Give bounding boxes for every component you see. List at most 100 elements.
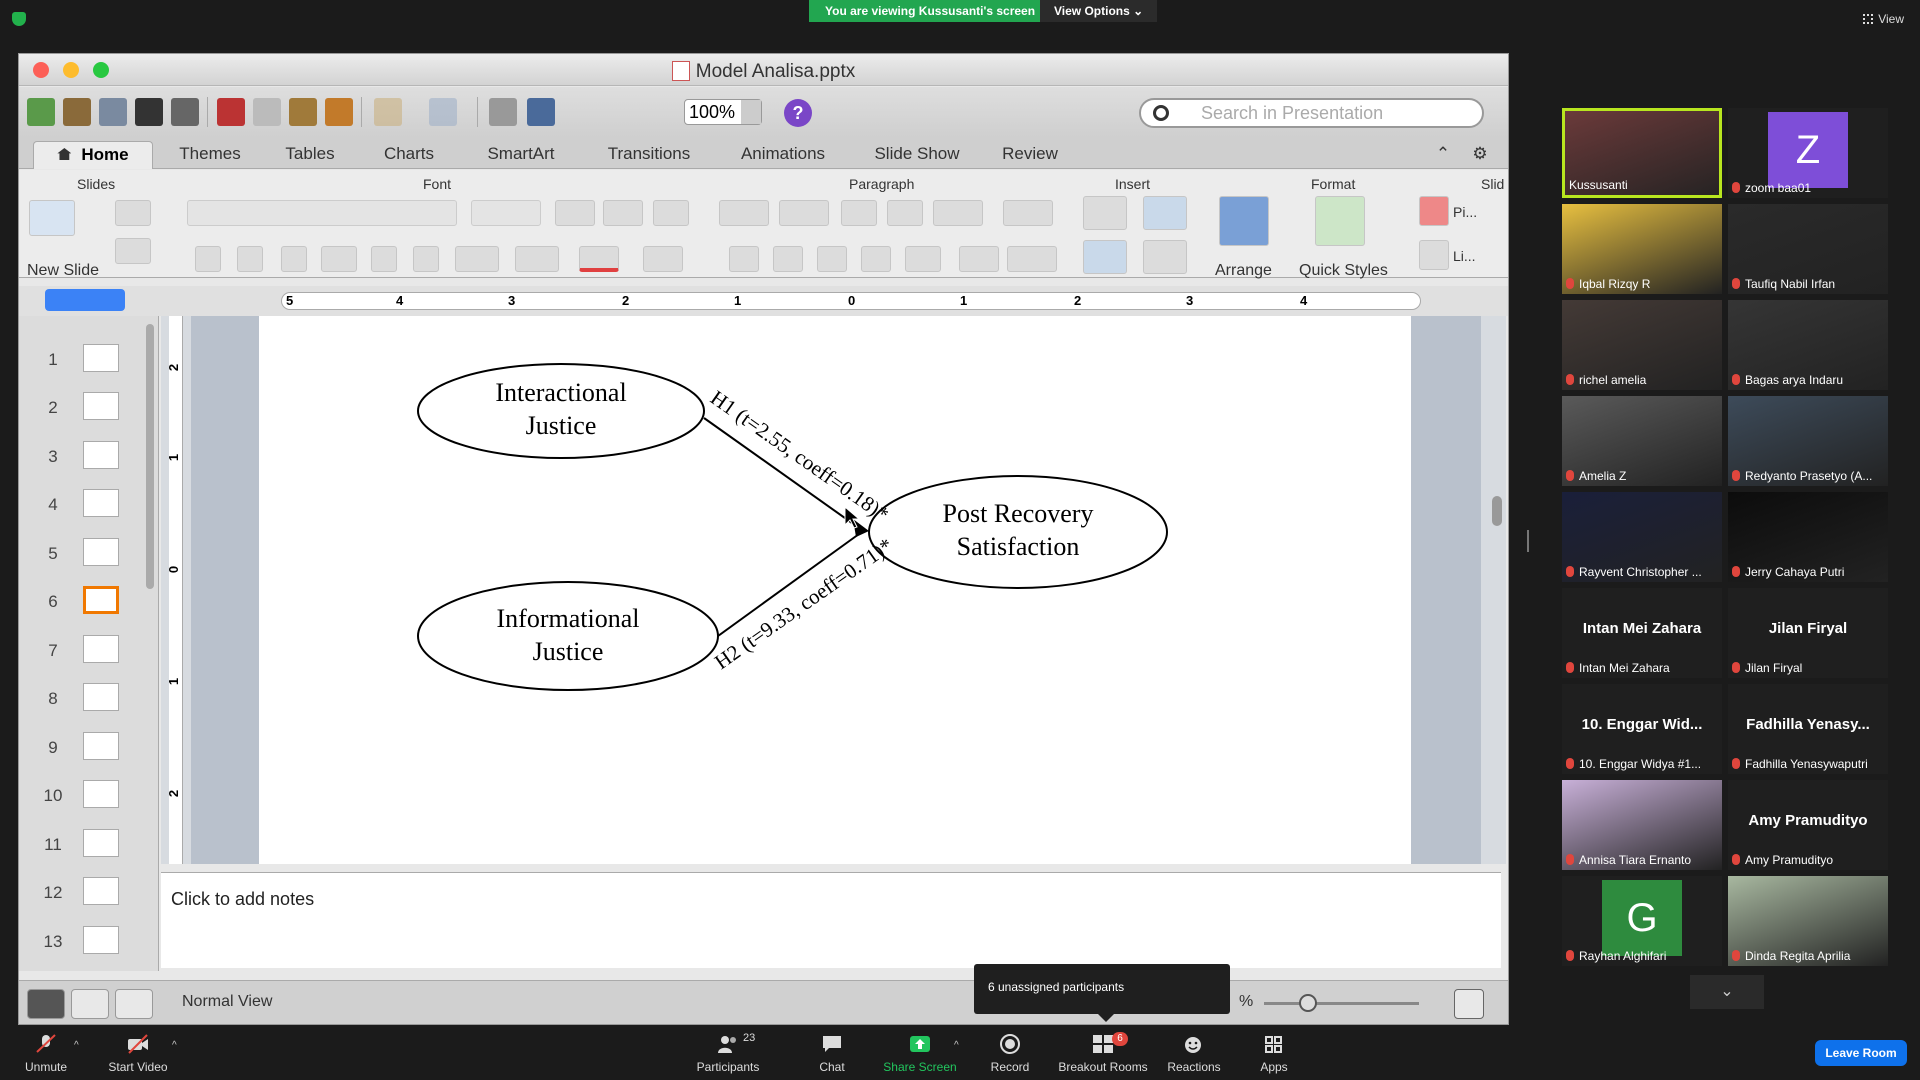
open-icon[interactable] bbox=[99, 98, 127, 126]
section-icon[interactable] bbox=[115, 238, 151, 264]
participants-button[interactable]: 23 Participants bbox=[688, 1032, 768, 1074]
shape-icon[interactable] bbox=[1083, 240, 1127, 274]
participant-tile[interactable]: Iqbal Rizqy R bbox=[1562, 204, 1722, 294]
zoom-dropdown-icon[interactable] bbox=[741, 100, 761, 124]
font-size-select[interactable] bbox=[471, 200, 541, 226]
gallery-scroll-down-button[interactable]: ⌄ bbox=[1690, 975, 1764, 1009]
shrink-font-icon[interactable] bbox=[603, 200, 643, 226]
participant-tile[interactable]: Redyanto Prasetyo (A... bbox=[1728, 396, 1888, 486]
slide-thumb-12[interactable]: 12 bbox=[19, 873, 158, 917]
slide-thumb-2[interactable]: 2 bbox=[19, 388, 158, 432]
tab-tables[interactable]: Tables bbox=[265, 141, 355, 169]
picture-icon[interactable] bbox=[1143, 196, 1187, 230]
slide-thumb-1[interactable]: 1 bbox=[19, 340, 158, 384]
normal-view-icon[interactable] bbox=[27, 989, 65, 1019]
participant-tile[interactable]: G Rayhan Alghifari bbox=[1562, 876, 1722, 966]
strikethrough-icon[interactable] bbox=[321, 246, 357, 272]
tab-transitions[interactable]: Transitions bbox=[589, 141, 709, 169]
align-center-icon[interactable] bbox=[773, 246, 803, 272]
decrease-indent-icon[interactable] bbox=[841, 200, 877, 226]
participant-tile[interactable]: Amy Pramudityo Amy Pramudityo bbox=[1728, 780, 1888, 870]
bold-icon[interactable] bbox=[195, 246, 221, 272]
slide-thumb-4[interactable]: 4 bbox=[19, 485, 158, 529]
slide-thumb-8[interactable]: 8 bbox=[19, 679, 158, 723]
slide-canvas[interactable]: Interactional Justice Informational Just… bbox=[259, 316, 1411, 864]
numbering-icon[interactable] bbox=[779, 200, 829, 226]
text-direction-icon[interactable] bbox=[959, 246, 999, 272]
undo-icon[interactable] bbox=[374, 98, 402, 126]
horizontal-ruler[interactable]: 5 4 3 2 1 0 1 2 3 4 bbox=[281, 292, 1421, 310]
participant-tile[interactable]: Jerry Cahaya Putri bbox=[1728, 492, 1888, 582]
participant-tile[interactable]: Fadhilla Yenasy... Fadhilla Yenasywaputri bbox=[1728, 684, 1888, 774]
quick-styles-button[interactable]: Quick Styles bbox=[1299, 262, 1388, 280]
start-video-button[interactable]: Start Video bbox=[98, 1034, 178, 1074]
apps-button[interactable]: Apps bbox=[1234, 1034, 1314, 1074]
gallery-resize-handle[interactable] bbox=[1527, 530, 1529, 552]
tab-review[interactable]: Review bbox=[985, 141, 1075, 169]
align-right-icon[interactable] bbox=[817, 246, 847, 272]
participant-tile[interactable]: Bagas arya Indaru bbox=[1728, 300, 1888, 390]
redo-icon[interactable] bbox=[429, 98, 457, 126]
character-spacing-icon[interactable] bbox=[455, 246, 499, 272]
leave-room-button[interactable]: Leave Room bbox=[1815, 1040, 1907, 1066]
text-box-icon[interactable] bbox=[1083, 196, 1127, 230]
zoom-select[interactable]: 100% bbox=[684, 99, 762, 125]
tab-slide-show[interactable]: Slide Show bbox=[857, 141, 977, 169]
slide-thumb-3[interactable]: 3 bbox=[19, 437, 158, 481]
format-painter-icon[interactable] bbox=[325, 98, 353, 126]
participant-tile[interactable]: Intan Mei Zahara Intan Mei Zahara bbox=[1562, 588, 1722, 678]
share-screen-button[interactable]: Share Screen bbox=[880, 1034, 960, 1074]
slide-thumb-7[interactable]: 7 bbox=[19, 631, 158, 675]
zoom-slider-knob[interactable] bbox=[1299, 994, 1317, 1012]
slide-sorter-icon[interactable] bbox=[71, 989, 109, 1019]
italic-icon[interactable] bbox=[237, 246, 263, 272]
view-button[interactable]: View bbox=[1863, 12, 1904, 26]
participant-tile[interactable]: Zzoom baa01 bbox=[1728, 108, 1888, 198]
participant-tile[interactable]: richel amelia bbox=[1562, 300, 1722, 390]
arrange-button[interactable]: Arrange bbox=[1215, 262, 1272, 280]
distributed-icon[interactable] bbox=[905, 246, 941, 272]
node-informational-justice[interactable] bbox=[417, 581, 719, 691]
justify-icon[interactable] bbox=[861, 246, 891, 272]
spell-check-icon[interactable] bbox=[653, 200, 689, 226]
new-slide-icon[interactable] bbox=[29, 200, 75, 236]
columns-icon[interactable] bbox=[1003, 200, 1053, 226]
participant-tile[interactable]: Taufiq Nabil Irfan bbox=[1728, 204, 1888, 294]
zoom-slider[interactable] bbox=[1264, 1002, 1419, 1005]
security-shield-icon[interactable] bbox=[12, 12, 26, 26]
new-document-icon[interactable] bbox=[27, 98, 55, 126]
underline-icon[interactable] bbox=[281, 246, 307, 272]
search-input[interactable]: Search in Presentation bbox=[1139, 98, 1484, 128]
copy-icon[interactable] bbox=[253, 98, 281, 126]
vertical-ruler[interactable]: 2 1 0 1 2 bbox=[166, 316, 183, 864]
superscript-icon[interactable] bbox=[371, 246, 397, 272]
slide-thumb-9[interactable]: 9 bbox=[19, 728, 158, 772]
subscript-icon[interactable] bbox=[413, 246, 439, 272]
participant-tile[interactable]: Kussusanti bbox=[1562, 108, 1722, 198]
slide-thumb-6[interactable]: 6 bbox=[19, 582, 158, 626]
tab-smartart[interactable]: SmartArt bbox=[466, 141, 576, 169]
tab-animations[interactable]: Animations bbox=[723, 141, 843, 169]
editor-scrollbar[interactable] bbox=[1492, 496, 1502, 526]
participant-tile[interactable]: Amelia Z bbox=[1562, 396, 1722, 486]
gear-icon[interactable]: ⚙ bbox=[1465, 141, 1495, 169]
align-text-icon[interactable] bbox=[1007, 246, 1057, 272]
slide-thumb-13[interactable]: 13 bbox=[19, 922, 158, 966]
media-icon[interactable] bbox=[1143, 240, 1187, 274]
fit-to-window-icon[interactable] bbox=[1454, 989, 1484, 1019]
slide-thumb-11[interactable]: 11 bbox=[19, 825, 158, 869]
fill-icon[interactable] bbox=[1419, 196, 1449, 226]
share-options-caret[interactable]: ^ bbox=[954, 1040, 959, 1051]
text-effects-icon[interactable] bbox=[643, 246, 683, 272]
change-case-icon[interactable] bbox=[515, 246, 559, 272]
cut-icon[interactable] bbox=[217, 98, 245, 126]
quick-styles-icon[interactable] bbox=[1315, 196, 1365, 246]
reactions-button[interactable]: Reactions bbox=[1154, 1034, 1234, 1074]
participant-tile[interactable]: Annisa Tiara Ernanto bbox=[1562, 780, 1722, 870]
slide-show-icon[interactable] bbox=[115, 989, 153, 1019]
align-left-icon[interactable] bbox=[729, 246, 759, 272]
tab-charts[interactable]: Charts bbox=[364, 141, 454, 169]
save-icon[interactable] bbox=[135, 98, 163, 126]
tab-themes[interactable]: Themes bbox=[165, 141, 255, 169]
slides-outline-toggle[interactable] bbox=[45, 289, 125, 311]
